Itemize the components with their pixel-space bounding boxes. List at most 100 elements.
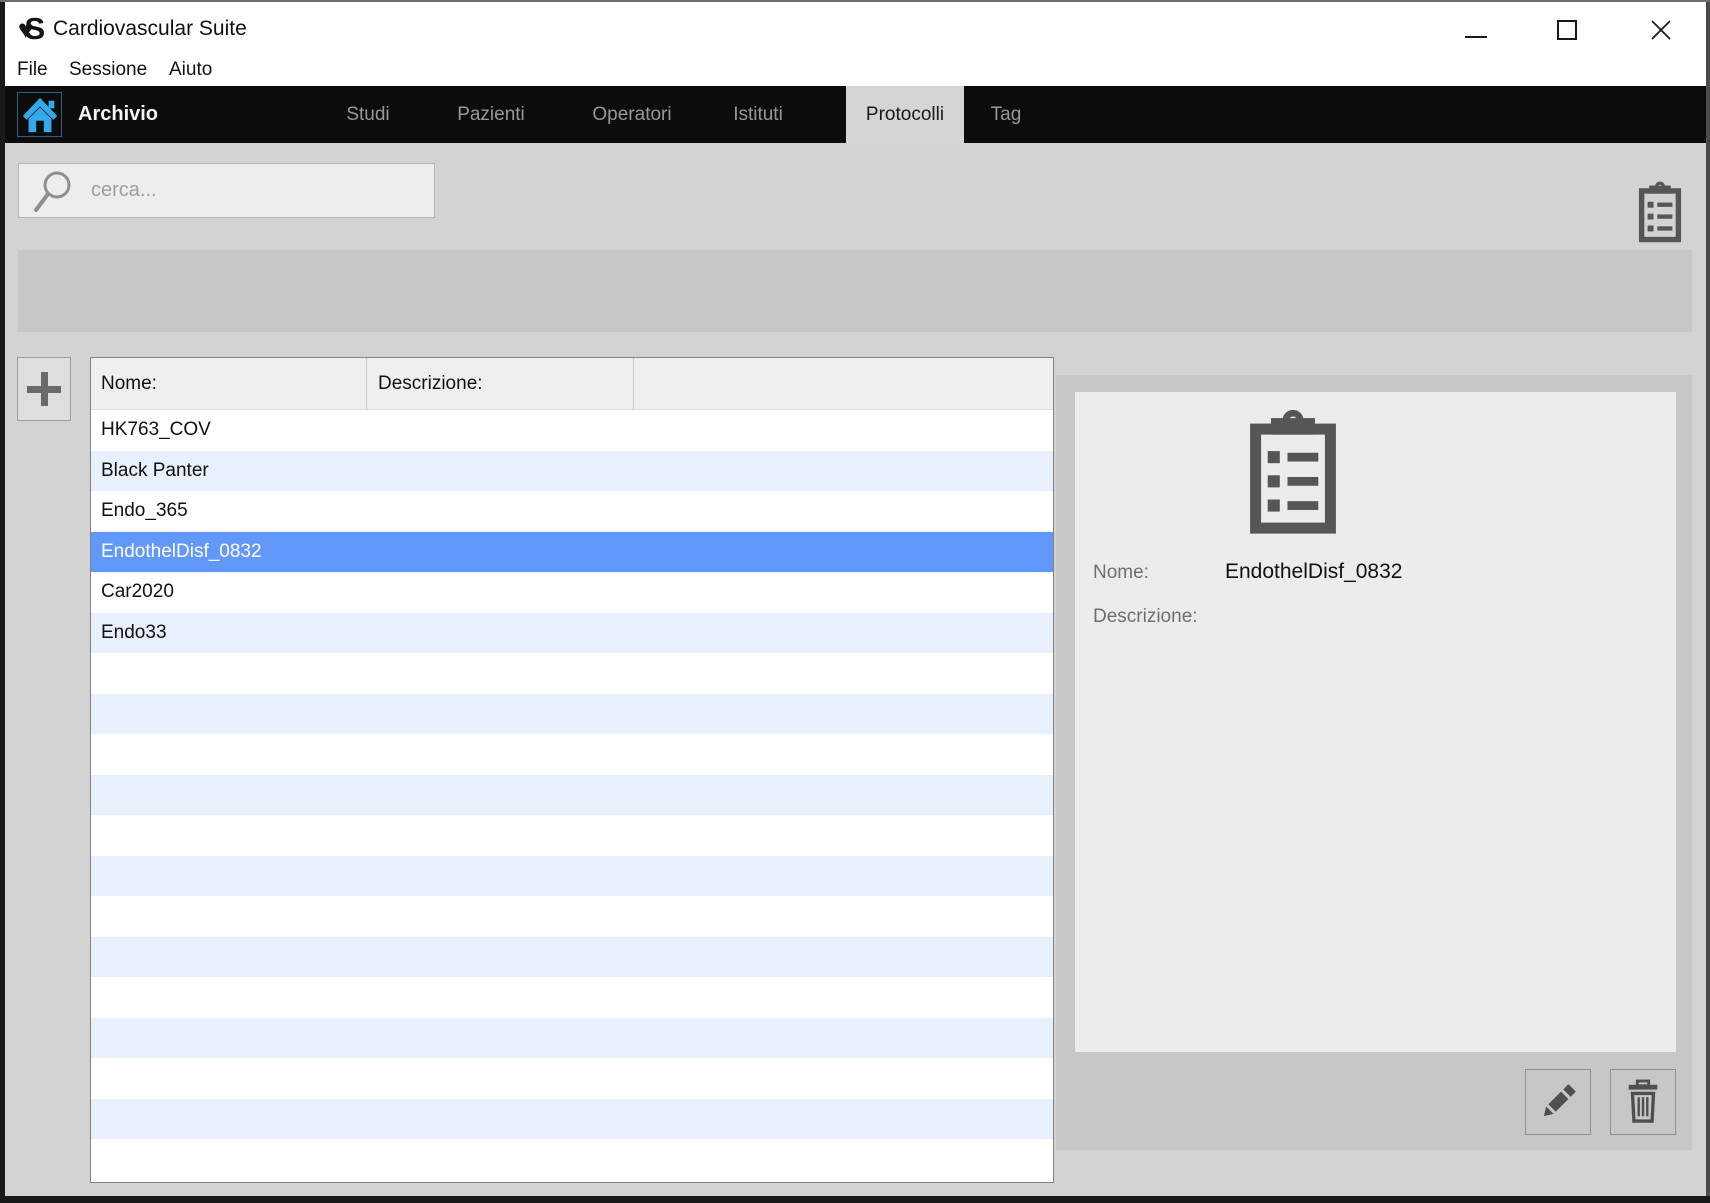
tab-studi[interactable]: Studi — [323, 86, 413, 143]
cell-descrizione — [366, 410, 633, 451]
cell-nome — [91, 1139, 366, 1180]
cell-descrizione — [366, 653, 633, 694]
cell-nome: Black Panter — [91, 451, 366, 492]
minimize-button[interactable] — [1460, 14, 1492, 46]
protocol-list: HK763_COVBlack PanterEndo_365EndothelDis… — [91, 410, 1053, 1180]
cell-descrizione — [366, 937, 633, 978]
cell-descrizione — [366, 694, 633, 735]
plus-icon — [27, 372, 61, 406]
clipboard-icon — [1633, 179, 1687, 245]
table-row[interactable] — [91, 1058, 1053, 1099]
logo-letter: S — [24, 13, 45, 44]
protocol-detail-panel: Nome: EndothelDisf_0832 Descrizione: — [1075, 392, 1676, 1052]
table-row[interactable] — [91, 896, 1053, 937]
table-row[interactable] — [91, 775, 1053, 816]
cell-nome — [91, 937, 366, 978]
cell-descrizione — [366, 532, 633, 573]
search-box[interactable] — [18, 163, 435, 218]
tab-tag[interactable]: Tag — [971, 86, 1041, 143]
protocols-clipboard-button[interactable] — [1633, 175, 1687, 249]
tab-protocolli-active[interactable]: Protocolli — [846, 86, 964, 143]
edit-protocol-button[interactable] — [1525, 1069, 1591, 1135]
cell-nome — [91, 1018, 366, 1059]
pencil-icon — [1537, 1081, 1579, 1123]
maximize-button[interactable] — [1551, 14, 1583, 46]
cell-nome — [91, 1058, 366, 1099]
table-row[interactable] — [91, 1018, 1053, 1059]
toolbar — [5, 143, 1706, 250]
cell-descrizione — [366, 977, 633, 1018]
cell-descrizione — [366, 613, 633, 654]
app-window: ♥S Cardiovascular Suite File Sessione Ai… — [5, 2, 1706, 1196]
table-row[interactable] — [91, 937, 1053, 978]
detail-container: Nome: EndothelDisf_0832 Descrizione: — [1056, 375, 1692, 1150]
cell-descrizione — [366, 1099, 633, 1140]
table-row[interactable] — [91, 856, 1053, 897]
detail-nome-value: EndothelDisf_0832 — [1225, 560, 1402, 584]
tab-operatori[interactable]: Operatori — [577, 86, 687, 143]
column-separator — [366, 358, 367, 410]
menu-file[interactable]: File — [11, 55, 54, 86]
app-logo-icon: ♥S — [18, 2, 45, 55]
close-button[interactable] — [1645, 14, 1677, 46]
table-row[interactable] — [91, 694, 1053, 735]
table-row[interactable] — [91, 653, 1053, 694]
table-row[interactable]: Black Panter — [91, 451, 1053, 492]
table-header: Nome: Descrizione: — [91, 358, 1053, 410]
table-row[interactable]: HK763_COV — [91, 410, 1053, 451]
menu-sessione[interactable]: Sessione — [63, 55, 153, 86]
table-row-selected[interactable]: EndothelDisf_0832 — [91, 532, 1053, 573]
window-title: Cardiovascular Suite — [53, 2, 247, 55]
trash-icon — [1622, 1079, 1664, 1125]
table-row[interactable] — [91, 815, 1053, 856]
cell-descrizione — [366, 734, 633, 775]
table-row[interactable] — [91, 1139, 1053, 1180]
cell-nome — [91, 775, 366, 816]
nav-bar: Archivio Studi Pazienti Operatori Istitu… — [5, 86, 1706, 143]
tab-pazienti[interactable]: Pazienti — [441, 86, 541, 143]
table-row[interactable] — [91, 977, 1053, 1018]
filter-strip — [18, 250, 1692, 332]
cell-descrizione — [366, 572, 633, 613]
cell-nome: Endo33 — [91, 613, 366, 654]
cell-descrizione — [366, 856, 633, 897]
cell-nome — [91, 734, 366, 775]
cell-nome: HK763_COV — [91, 410, 366, 451]
detail-nome-label: Nome: — [1093, 562, 1149, 584]
cell-descrizione — [366, 451, 633, 492]
cell-nome — [91, 1099, 366, 1140]
cell-descrizione — [366, 815, 633, 856]
column-header-descrizione: Descrizione: — [378, 358, 483, 410]
cell-nome — [91, 977, 366, 1018]
table-row[interactable]: Endo_365 — [91, 491, 1053, 532]
home-button[interactable] — [17, 92, 62, 137]
title-bar: ♥S Cardiovascular Suite — [5, 2, 1706, 55]
cell-nome — [91, 896, 366, 937]
minimize-icon — [1465, 36, 1487, 38]
cell-nome — [91, 815, 366, 856]
tab-istituti[interactable]: Istituti — [713, 86, 803, 143]
cell-descrizione — [366, 1058, 633, 1099]
cell-descrizione — [366, 1139, 633, 1180]
cell-nome: Car2020 — [91, 572, 366, 613]
delete-protocol-button[interactable] — [1610, 1069, 1676, 1135]
column-separator — [633, 358, 634, 410]
cell-nome — [91, 653, 366, 694]
table-row[interactable] — [91, 734, 1053, 775]
table-row[interactable] — [91, 1099, 1053, 1140]
add-protocol-button[interactable] — [17, 357, 71, 421]
menu-bar: File Sessione Aiuto — [5, 55, 1706, 86]
archivio-label: Archivio — [78, 86, 158, 143]
close-icon — [1649, 18, 1673, 42]
menu-aiuto[interactable]: Aiuto — [163, 55, 218, 86]
home-icon — [19, 94, 61, 136]
cell-nome — [91, 694, 366, 735]
cell-descrizione — [366, 491, 633, 532]
column-header-nome: Nome: — [101, 358, 157, 410]
protocols-table: Nome: Descrizione: HK763_COVBlack Panter… — [90, 357, 1054, 1183]
cell-nome: Endo_365 — [91, 491, 366, 532]
table-row[interactable]: Endo33 — [91, 613, 1053, 654]
table-row[interactable]: Car2020 — [91, 572, 1053, 613]
search-input[interactable] — [91, 179, 411, 202]
detail-descrizione-label: Descrizione: — [1093, 606, 1198, 628]
